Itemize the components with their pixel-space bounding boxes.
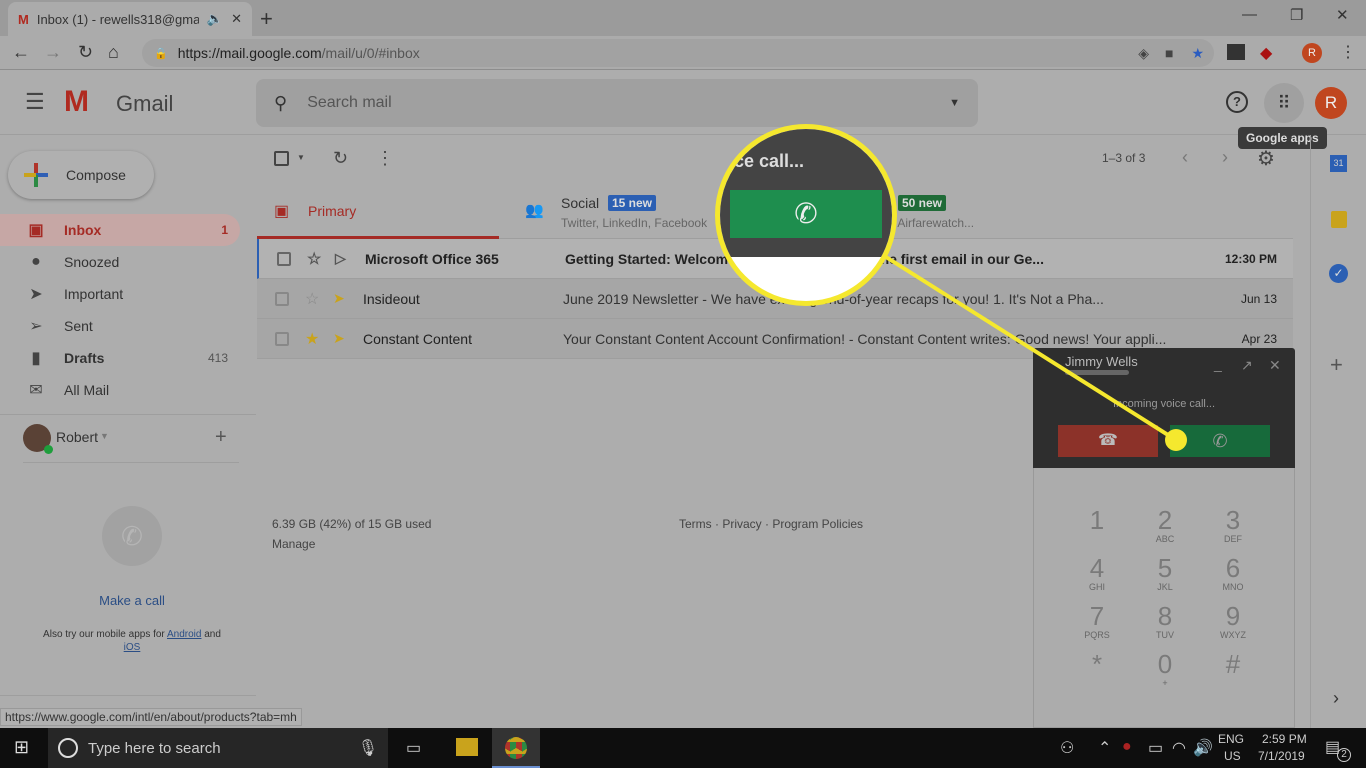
chrome-icon — [505, 737, 527, 759]
people-icon[interactable]: ⚇ — [1060, 738, 1074, 758]
task-view-icon[interactable]: ▭ — [406, 738, 421, 758]
callout-overlay — [876, 250, 1187, 451]
taskbar: ⊞ Type here to search 🎙 ▭ ⚇ ⌃ ● ▭ ◠ 🔊 EN… — [0, 728, 1366, 768]
phone-icon: ✆ — [794, 198, 818, 229]
callout-line — [876, 250, 1178, 442]
region[interactable]: US — [1224, 749, 1241, 763]
magnified-accept-button[interactable]: ✆ — [730, 190, 882, 238]
callout-dot — [1165, 429, 1187, 451]
clock-date[interactable]: 7/1/2019 — [1258, 749, 1305, 763]
windows-start-icon[interactable]: ⊞ — [14, 737, 29, 758]
file-explorer-icon[interactable] — [456, 738, 478, 756]
magnifier-callout: ce call... ✆ — [715, 124, 897, 306]
language[interactable]: ENG — [1218, 732, 1244, 746]
taskbar-search[interactable]: Type here to search 🎙 — [48, 728, 388, 768]
chrome-taskbar-button[interactable] — [492, 728, 540, 768]
volume-icon[interactable]: 🔊 — [1193, 738, 1213, 758]
magnified-call-status: ce call... — [734, 151, 805, 171]
microphone-icon[interactable]: 🎙 — [358, 738, 378, 758]
cortana-icon — [58, 738, 78, 758]
battery-icon[interactable]: ▭ — [1148, 738, 1163, 758]
taskbar-search-input[interactable]: Type here to search — [88, 740, 348, 757]
clock-time[interactable]: 2:59 PM — [1262, 732, 1307, 746]
wifi-icon[interactable]: ◠ — [1172, 738, 1186, 758]
show-hidden-icons[interactable]: ⌃ — [1098, 738, 1111, 758]
notification-count: 2 — [1337, 748, 1351, 762]
network-error-icon[interactable]: ● — [1122, 738, 1132, 756]
